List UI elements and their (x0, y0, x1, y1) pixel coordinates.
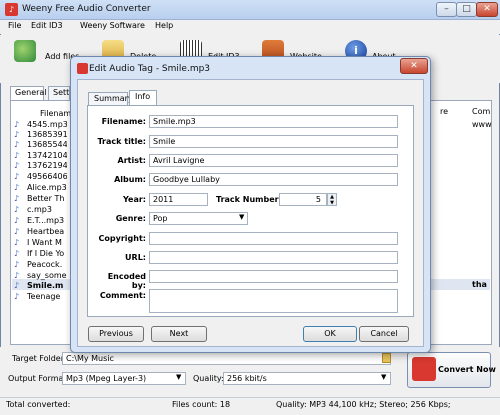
list-item[interactable]: 49566406 (27, 171, 67, 182)
target-folder-input[interactable]: C:\My Music (62, 352, 391, 365)
folder-icon[interactable] (382, 353, 391, 363)
list-item[interactable]: Alice.mp3 (27, 182, 67, 193)
list-item[interactable]: Peacock. (27, 259, 67, 270)
next-button[interactable]: Next (151, 326, 207, 342)
copyright-label: Copyright: (98, 234, 146, 243)
music-note-icon: ♪ (14, 271, 20, 280)
quality-select[interactable]: 256 kbit/s (223, 372, 391, 385)
year-label: Year: (122, 195, 146, 204)
status-quality: Quality: MP3 44,100 kHz; Stereo; 256 Kbp… (276, 400, 451, 409)
status-total-converted: Total converted: (6, 400, 71, 409)
album-label: Album: (114, 175, 146, 184)
music-note-icon: ♪ (14, 227, 20, 236)
list-item[interactable]: Teenage (27, 291, 67, 302)
convert-now-label: Convert Now (438, 365, 496, 374)
track-title-label: Track title: (97, 137, 146, 146)
previous-button[interactable]: Previous (88, 326, 144, 342)
music-note-icon: ♪ (14, 151, 20, 160)
music-note-icon: ♪ (14, 161, 20, 170)
tab-info[interactable]: Info (129, 90, 157, 106)
column-re[interactable]: re (440, 107, 448, 116)
menu-weeny-software[interactable]: Weeny Software (80, 21, 145, 30)
column-comment[interactable]: Com (472, 107, 490, 116)
close-button[interactable]: ✕ (476, 2, 498, 17)
comment-cell: www (472, 120, 492, 129)
artist-label: Artist: (117, 156, 147, 165)
music-note-icon: ♪ (14, 183, 20, 192)
dialog-title: Edit Audio Tag - Smile.mp3 (89, 64, 211, 74)
list-item[interactable]: Smile.m (27, 280, 67, 291)
dialog-close-button[interactable]: ✕ (400, 58, 428, 74)
chevron-down-icon[interactable]: ▼ (381, 373, 386, 381)
music-note-icon: ♪ (14, 238, 20, 247)
chevron-down-icon[interactable]: ▼ (176, 373, 181, 381)
track-number-input[interactable]: 5 (279, 193, 327, 206)
track-number-spinner[interactable]: ▲ ▼ (327, 193, 337, 206)
output-format-select[interactable]: Mp3 (Mpeg Layer-3) (62, 372, 186, 385)
filename-input[interactable]: Smile.mp3 (149, 115, 398, 128)
music-note-icon: ♪ (14, 120, 20, 129)
list-item[interactable]: If I Die Yo (27, 248, 67, 259)
list-item[interactable]: Heartbea (27, 226, 67, 237)
track-title-input[interactable]: Smile (149, 135, 398, 148)
album-input[interactable]: Goodbye Lullaby (149, 173, 398, 186)
tab-settings[interactable]: Setti (48, 86, 70, 100)
encoded-by-input[interactable] (149, 270, 398, 283)
genre-label: Genre: (115, 214, 146, 223)
menu-edit-id3[interactable]: Edit ID3 (31, 21, 63, 30)
menu-file[interactable]: File (8, 21, 21, 30)
tab-general[interactable]: General (10, 86, 47, 100)
dialog-app-icon (77, 63, 88, 74)
music-note-icon: ♪ (14, 281, 20, 290)
selected-row-cell: tha (472, 280, 487, 289)
music-note-icon: ♪ (14, 260, 20, 269)
ok-button[interactable]: OK (303, 326, 357, 342)
filename-label: Filename: (101, 117, 146, 126)
track-number-label: Track Number: (216, 195, 282, 204)
genre-select[interactable]: Pop (149, 212, 248, 225)
output-format-label: Output Format: (8, 374, 70, 383)
chevron-down-icon[interactable]: ▼ (239, 213, 244, 221)
status-files-count: Files count: 18 (172, 400, 231, 409)
list-item[interactable]: 13762194 (27, 160, 67, 171)
music-note-icon: ♪ (14, 194, 20, 203)
copyright-input[interactable] (149, 232, 398, 245)
url-label: URL: (125, 253, 146, 262)
artist-input[interactable]: Avril Lavigne (149, 154, 398, 167)
music-note-icon: ♪ (14, 292, 20, 301)
list-item[interactable]: I Want M (27, 237, 67, 248)
target-folder-label: Target Folder: (12, 354, 67, 363)
year-input[interactable]: 2011 (149, 193, 208, 206)
music-note-icon: ♪ (14, 140, 20, 149)
cancel-button[interactable]: Cancel (359, 326, 409, 342)
menu-bar (0, 20, 500, 34)
convert-icon (412, 357, 436, 381)
app-icon: ♪ (5, 3, 18, 16)
encoded-by-label: Encoded by: (107, 272, 146, 290)
list-item[interactable]: 13685544 (27, 139, 67, 150)
minimize-button[interactable]: – (436, 2, 457, 17)
music-note-icon: ♪ (14, 249, 20, 258)
music-note-icon: ♪ (14, 205, 20, 214)
comment-label: Comment: (99, 291, 146, 300)
quality-label: Quality: (193, 374, 224, 383)
list-item[interactable]: E.T...mp3 (27, 215, 67, 226)
list-item[interactable]: Better Th (27, 193, 67, 204)
window-title: Weeny Free Audio Converter (22, 4, 151, 14)
music-note-icon: ♪ (14, 216, 20, 225)
music-note-icon: ♪ (14, 130, 20, 139)
add-files-icon[interactable] (14, 40, 36, 62)
list-item[interactable]: c.mp3 (27, 204, 67, 215)
comment-textarea[interactable] (149, 289, 398, 313)
maximize-button[interactable]: □ (456, 2, 477, 17)
url-input[interactable] (149, 251, 398, 264)
tab-summary[interactable]: Summary (88, 92, 133, 106)
menu-help[interactable]: Help (155, 21, 173, 30)
music-note-icon: ♪ (14, 172, 20, 181)
